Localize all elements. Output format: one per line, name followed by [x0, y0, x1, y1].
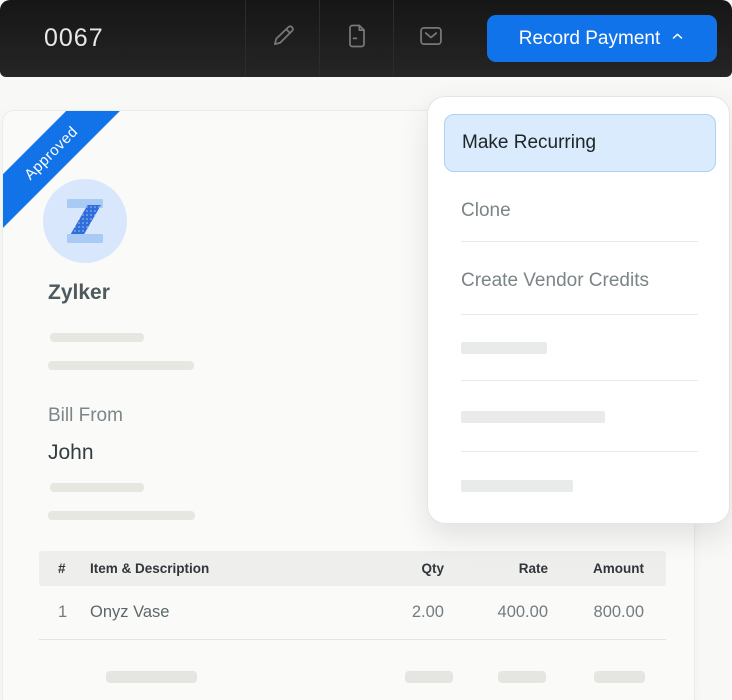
placeholder-bar	[50, 333, 144, 342]
placeholder-bar	[48, 511, 195, 520]
menu-divider	[461, 314, 698, 315]
menu-divider	[461, 451, 698, 452]
menu-divider	[461, 380, 698, 381]
record-payment-button[interactable]: Record Payment	[487, 15, 717, 62]
placeholder-bar	[106, 671, 197, 683]
record-payment-label: Record Payment	[519, 28, 661, 50]
placeholder-bar	[461, 342, 547, 354]
topbar-spacer	[467, 0, 487, 77]
placeholder-bar	[405, 671, 453, 683]
chevron-up-icon	[670, 28, 685, 50]
status-badge-label: Approved	[21, 123, 81, 183]
menu-item-label: Create Vendor Credits	[461, 270, 649, 292]
line-items-table: # Item & Description Qty Rate Amount 1 O…	[39, 551, 666, 640]
table-header-row: # Item & Description Qty Rate Amount	[39, 551, 666, 586]
header-qty: Qty	[344, 561, 444, 576]
menu-divider	[461, 241, 698, 242]
header-number: #	[58, 561, 90, 576]
document-number: 0067	[0, 0, 245, 77]
document-icon	[343, 22, 371, 55]
record-payment-dropdown: Make Recurring Clone Create Vendor Credi…	[427, 96, 730, 524]
menu-item-clone[interactable]: Clone	[461, 193, 511, 229]
table-row: 1 Onyz Vase 2.00 400.00 800.00	[39, 586, 666, 640]
menu-item-create-vendor-credits[interactable]: Create Vendor Credits	[461, 263, 649, 299]
org-name: Zylker	[48, 281, 110, 305]
cell-rate: 400.00	[444, 603, 548, 622]
pencil-icon	[269, 22, 297, 55]
placeholder-bar	[50, 483, 144, 492]
envelope-icon	[417, 22, 445, 55]
placeholder-bar	[594, 671, 645, 683]
pdf-print-button[interactable]	[319, 0, 393, 77]
menu-item-make-recurring[interactable]: Make Recurring	[444, 114, 716, 172]
menu-item-label: Make Recurring	[462, 132, 596, 154]
bill-from-label: Bill From	[48, 405, 123, 427]
header-description: Item & Description	[90, 561, 344, 576]
avatar: Z	[43, 179, 127, 263]
header-amount: Amount	[548, 561, 644, 576]
topbar: 0067	[0, 0, 732, 77]
email-button[interactable]	[393, 0, 467, 77]
cell-description: Onyz Vase	[90, 603, 344, 622]
placeholder-bar	[461, 480, 573, 492]
placeholder-bar	[498, 671, 546, 683]
placeholder-bar	[461, 411, 605, 423]
menu-item-label: Clone	[461, 200, 511, 222]
edit-button[interactable]	[245, 0, 319, 77]
header-rate: Rate	[444, 561, 548, 576]
cell-amount: 800.00	[548, 603, 644, 622]
zylker-logo-icon: Z	[66, 199, 104, 243]
placeholder-bar	[48, 361, 194, 370]
bill-from-name: John	[48, 441, 94, 465]
bill-preview-screen: 0067	[0, 0, 732, 700]
cell-qty: 2.00	[344, 603, 444, 622]
cell-number: 1	[58, 603, 90, 622]
